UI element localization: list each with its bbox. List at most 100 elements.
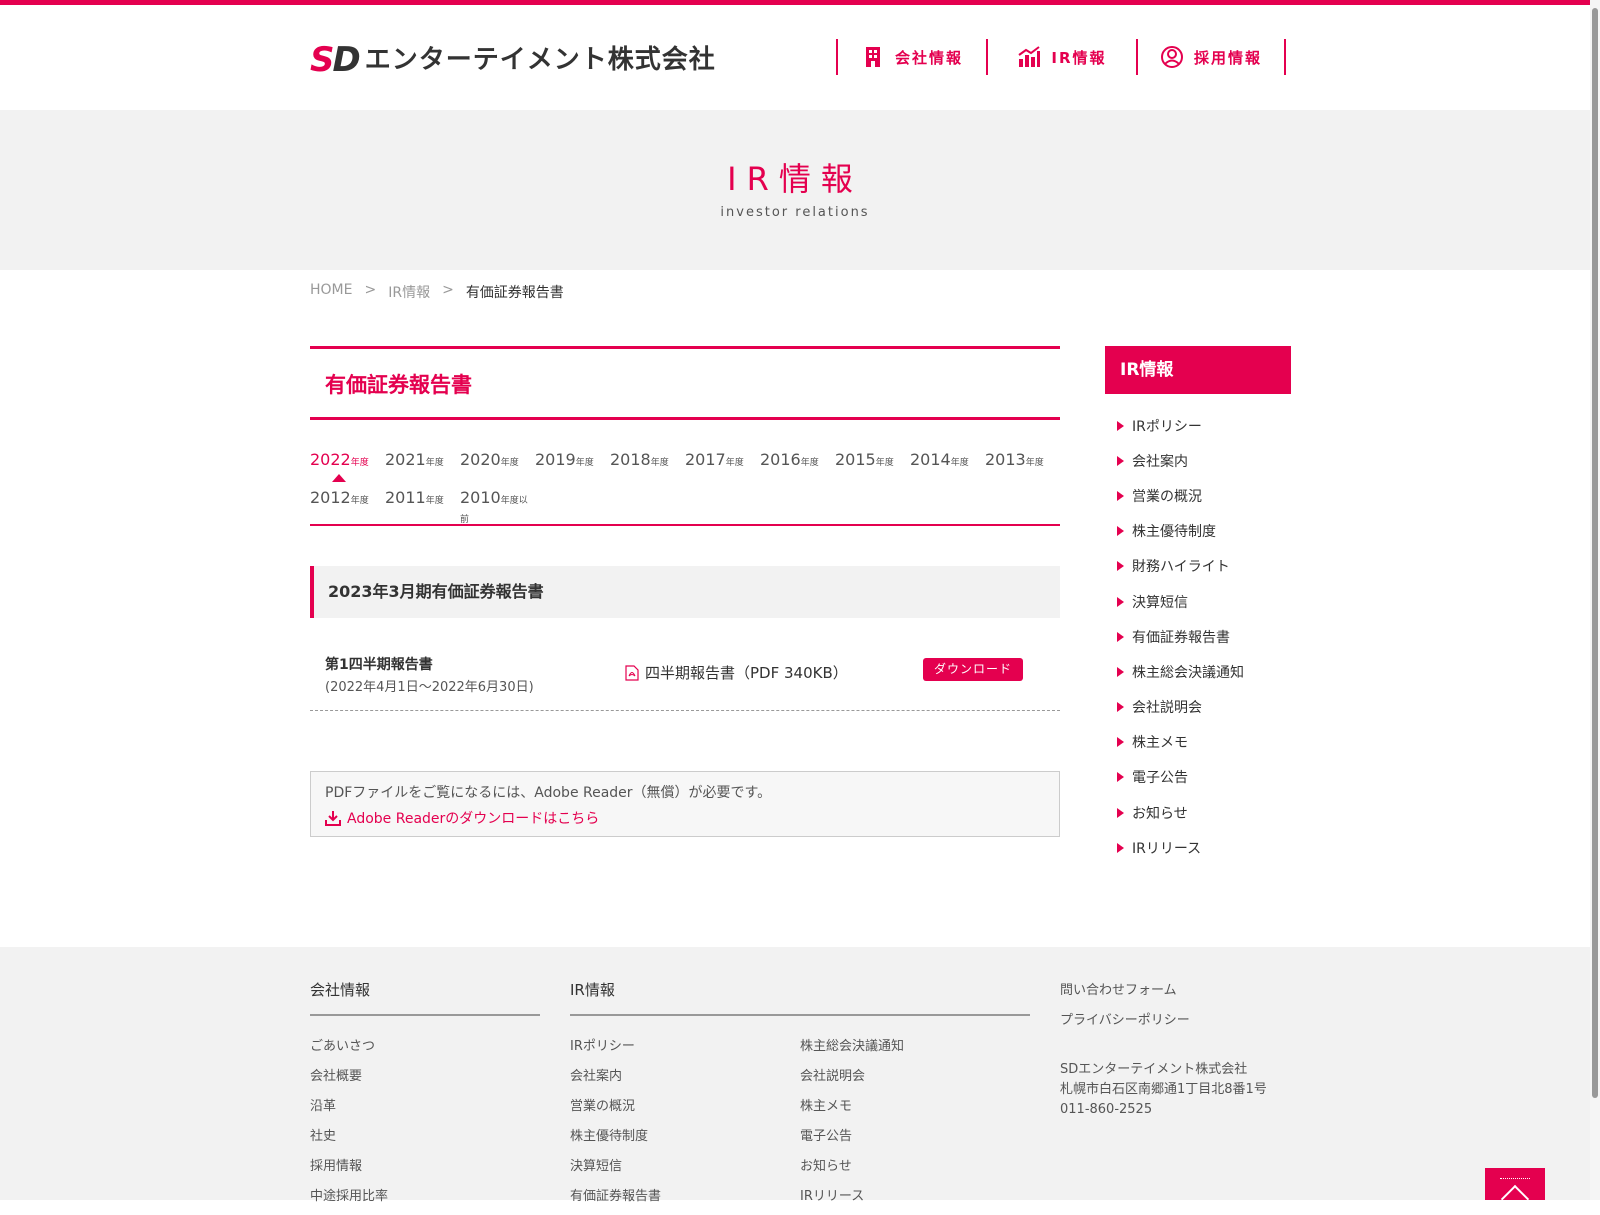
- footer-link[interactable]: IRポリシー: [570, 1035, 661, 1065]
- year-tab-number: 2021: [385, 450, 426, 469]
- year-tab-suffix: 年度: [575, 458, 594, 468]
- footer-link[interactable]: お知らせ: [800, 1155, 904, 1185]
- footer-link[interactable]: ごあいさつ: [310, 1035, 388, 1065]
- footer-link[interactable]: 会社案内: [570, 1065, 661, 1095]
- year-tab-2020[interactable]: 2020年度: [460, 450, 535, 488]
- footer-link[interactable]: 株主総会決議通知: [800, 1035, 904, 1065]
- side-nav-item[interactable]: 有価証券報告書: [1117, 619, 1291, 654]
- site-header: SD エンターテイメント株式会社 会社情報 IR情報 採用情報: [0, 5, 1590, 110]
- year-tab-suffix: 年度: [650, 458, 669, 468]
- logo-mark: SD: [310, 40, 361, 80]
- side-nav-item[interactable]: 財務ハイライト: [1117, 549, 1291, 584]
- footer-link[interactable]: IRリリース: [800, 1185, 904, 1215]
- year-tab-number: 2014: [910, 450, 951, 469]
- breadcrumb-separator: >: [442, 282, 454, 298]
- side-nav-item[interactable]: お知らせ: [1117, 795, 1291, 830]
- side-nav-item[interactable]: 決算短信: [1117, 584, 1291, 619]
- year-tab-2012[interactable]: 2012年度: [310, 488, 385, 526]
- nav-ir[interactable]: IR情報: [986, 39, 1136, 75]
- footer-company-list: ごあいさつ 会社概要 沿革 社史 採用情報 中途採用比率: [310, 1035, 388, 1215]
- year-tab-2015[interactable]: 2015年度: [835, 450, 910, 488]
- footer-divider: [310, 1014, 540, 1016]
- footer-link[interactable]: 営業の概況: [570, 1095, 661, 1125]
- side-nav-item[interactable]: 株主メモ: [1117, 725, 1291, 760]
- year-tab-2011[interactable]: 2011年度: [385, 488, 460, 526]
- year-tab-suffix: 年度: [425, 458, 444, 468]
- side-nav-item[interactable]: 営業の概況: [1117, 478, 1291, 513]
- logo-text: エンターテイメント株式会社: [364, 45, 716, 75]
- breadcrumb-home[interactable]: HOME: [310, 282, 352, 302]
- report-file-label: 四半期報告書（PDF 340KB）: [645, 664, 848, 682]
- download-button[interactable]: ダウンロード: [923, 658, 1023, 681]
- footer-link[interactable]: 会社概要: [310, 1065, 388, 1095]
- footer-link[interactable]: 会社説明会: [800, 1065, 904, 1095]
- year-tab-2014[interactable]: 2014年度: [910, 450, 985, 488]
- footer-link[interactable]: 電子公告: [800, 1125, 904, 1155]
- nav-ir-label: IR情報: [1051, 48, 1107, 67]
- footer-ir-list-1: IRポリシー 会社案内 営業の概況 株主優待制度 決算短信 有価証券報告書: [570, 1035, 661, 1215]
- site-footer: 会社情報 ごあいさつ 会社概要 沿革 社史 採用情報 中途採用比率 IR情報 IRポリシー…: [0, 947, 1590, 1204]
- arrow-up-icon: [1500, 1184, 1530, 1214]
- year-tab-suffix: 年度: [725, 458, 744, 468]
- adobe-reader-notice: PDFファイルをご覧になるには、Adobe Reader（無償）が必要です。 A…: [310, 771, 1060, 837]
- page-title: 有価証券報告書: [310, 346, 1060, 420]
- year-tabs: 2022年度 2021年度 2020年度 2019年度 2018年度 2017年度 2016…: [310, 420, 1060, 526]
- report-file-link[interactable]: 四半期報告書（PDF 340KB）: [625, 662, 848, 683]
- page-top-dots: [1500, 1178, 1530, 1179]
- scrollbar-thumb[interactable]: [1592, 8, 1598, 1098]
- building-icon: [865, 47, 880, 67]
- footer-ir-title[interactable]: IR情報: [570, 979, 615, 1000]
- year-tab-number: 2018: [610, 450, 651, 469]
- year-tab-2017[interactable]: 2017年度: [685, 450, 760, 488]
- nav-company-label: 会社情報: [894, 48, 963, 67]
- side-nav: IR情報 IRポリシー 会社案内 営業の概況 株主優待制度 財務ハイライト 決算短信 有価証…: [1105, 346, 1291, 865]
- year-tab-2010[interactable]: 2010年度以前: [460, 488, 535, 526]
- year-tab-number: 2012: [310, 488, 351, 507]
- side-nav-item[interactable]: 会社説明会: [1117, 690, 1291, 725]
- side-nav-item[interactable]: IRリリース: [1117, 830, 1291, 865]
- year-tab-2016[interactable]: 2016年度: [760, 450, 835, 488]
- footer-link[interactable]: 株主メモ: [800, 1095, 904, 1125]
- year-tab-2021[interactable]: 2021年度: [385, 450, 460, 488]
- year-tab-2019[interactable]: 2019年度: [535, 450, 610, 488]
- side-nav-title: IR情報: [1105, 346, 1291, 394]
- year-tab-number: 2010: [460, 488, 501, 507]
- side-nav-item[interactable]: 株主総会決議通知: [1117, 654, 1291, 689]
- footer-link[interactable]: 社史: [310, 1125, 388, 1155]
- year-tab-suffix: 年度: [950, 458, 969, 468]
- footer-contact-link[interactable]: 問い合わせフォーム: [1060, 981, 1177, 1001]
- footer-privacy-link[interactable]: プライバシーポリシー: [1060, 1011, 1190, 1031]
- footer-link[interactable]: 中途採用比率: [310, 1185, 388, 1215]
- page-hero: IR情報 investor relations: [0, 110, 1590, 270]
- year-tab-2018[interactable]: 2018年度: [610, 450, 685, 488]
- side-nav-item[interactable]: 株主優待制度: [1117, 514, 1291, 549]
- footer-link[interactable]: 採用情報: [310, 1155, 388, 1185]
- pdf-icon: [625, 664, 639, 681]
- year-tab-2022[interactable]: 2022年度: [310, 450, 385, 488]
- nav-company[interactable]: 会社情報: [836, 39, 986, 75]
- year-tab-suffix: 年度: [800, 458, 819, 468]
- side-nav-item[interactable]: 電子公告: [1117, 760, 1291, 795]
- company-logo[interactable]: SD エンターテイメント株式会社: [310, 40, 716, 80]
- footer-company-name: SDエンターテイメント株式会社: [1060, 1062, 1248, 1077]
- nav-recruit[interactable]: 採用情報: [1136, 39, 1286, 75]
- footer-company-title[interactable]: 会社情報: [310, 979, 370, 1000]
- year-tab-suffix: 年度: [1025, 458, 1044, 468]
- year-tab-number: 2020: [460, 450, 501, 469]
- footer-link[interactable]: 株主優待制度: [570, 1125, 661, 1155]
- year-tab-2013[interactable]: 2013年度: [985, 450, 1060, 488]
- footer-link[interactable]: 決算短信: [570, 1155, 661, 1185]
- footer-link[interactable]: 沿革: [310, 1095, 388, 1125]
- page-top-button[interactable]: [1485, 1168, 1545, 1214]
- side-nav-item[interactable]: 会社案内: [1117, 443, 1291, 478]
- footer-link[interactable]: 有価証券報告書: [570, 1185, 661, 1215]
- year-tab-number: 2013: [985, 450, 1026, 469]
- year-tab-number: 2015: [835, 450, 876, 469]
- year-tab-suffix: 年度: [425, 496, 444, 506]
- adobe-download-link[interactable]: Adobe Readerのダウンロードはこちら: [325, 808, 1045, 828]
- scrollbar[interactable]: [1590, 0, 1600, 1200]
- breadcrumb-ir[interactable]: IR情報: [388, 282, 430, 302]
- adobe-note: PDFファイルをご覧になるには、Adobe Reader（無償）が必要です。: [325, 785, 772, 801]
- report-row: 第1四半期報告書 (2022年4月1日〜2022年6月30日) 四半期報告書（P…: [310, 618, 1060, 711]
- side-nav-item[interactable]: IRポリシー: [1117, 408, 1291, 443]
